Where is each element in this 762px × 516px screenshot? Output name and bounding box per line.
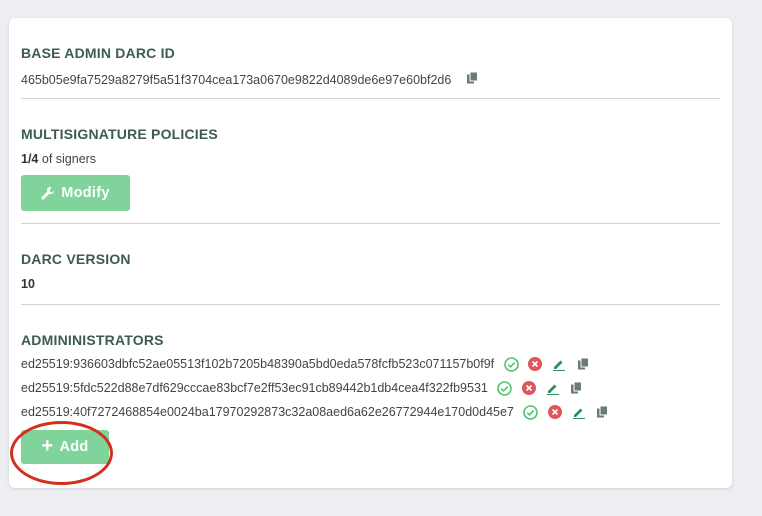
multisig-heading: MULTISIGNATURE POLICIES bbox=[21, 126, 218, 142]
modify-button-label: Modify bbox=[61, 185, 110, 201]
signers-ratio-line: 1/4 of signers bbox=[21, 152, 720, 166]
check-circle-icon[interactable] bbox=[503, 356, 519, 372]
plus-icon: + bbox=[41, 435, 54, 457]
admin-row: ed25519:936603dbfc52ae05513f102b7205b483… bbox=[21, 355, 591, 373]
copy-icon[interactable] bbox=[595, 404, 611, 420]
base-admin-heading: BASE ADMIN DARC ID bbox=[21, 45, 175, 61]
darc-details-card: BASE ADMIN DARC ID 465b05e9fa7529a8279f5… bbox=[9, 18, 732, 488]
darc-version-value: 10 bbox=[21, 277, 35, 291]
check-circle-icon[interactable] bbox=[497, 380, 513, 396]
copy-icon[interactable] bbox=[467, 71, 479, 89]
x-circle-icon[interactable] bbox=[527, 356, 543, 372]
admin-key: ed25519:936603dbfc52ae05513f102b7205b483… bbox=[21, 357, 495, 371]
x-circle-icon[interactable] bbox=[547, 404, 563, 420]
copy-icon[interactable] bbox=[569, 380, 585, 396]
check-circle-icon[interactable] bbox=[523, 404, 539, 420]
signers-ratio: 1/4 bbox=[21, 152, 39, 166]
admin-key: ed25519:5fdc522d88e7df629cccae83bcf7e2ff… bbox=[21, 381, 488, 395]
x-circle-icon[interactable] bbox=[521, 380, 537, 396]
base-admin-row: 465b05e9fa7529a8279f5a51f3704cea173a0670… bbox=[21, 71, 720, 89]
admin-row: ed25519:5fdc522d88e7df629cccae83bcf7e2ff… bbox=[21, 379, 585, 397]
admin-row: ed25519:40f7272468854e0024ba17970292873c… bbox=[21, 403, 611, 421]
darc-version-heading: DARC VERSION bbox=[21, 251, 131, 267]
copy-icon[interactable] bbox=[575, 356, 591, 372]
administrators-heading: ADMININISTRATORS bbox=[21, 332, 164, 348]
wrench-icon bbox=[41, 186, 55, 200]
pencil-icon[interactable] bbox=[551, 356, 567, 372]
signers-suffix: of signers bbox=[38, 152, 97, 166]
add-administrator-button[interactable]: + Add bbox=[21, 430, 109, 464]
divider bbox=[21, 223, 720, 224]
pencil-icon[interactable] bbox=[545, 380, 561, 396]
divider bbox=[21, 98, 720, 99]
divider bbox=[21, 304, 720, 305]
modify-button[interactable]: Modify bbox=[21, 175, 130, 211]
add-button-label: Add bbox=[59, 439, 89, 455]
admin-key: ed25519:40f7272468854e0024ba17970292873c… bbox=[21, 405, 514, 419]
pencil-icon[interactable] bbox=[571, 404, 587, 420]
base-admin-id: 465b05e9fa7529a8279f5a51f3704cea173a0670… bbox=[21, 73, 452, 87]
